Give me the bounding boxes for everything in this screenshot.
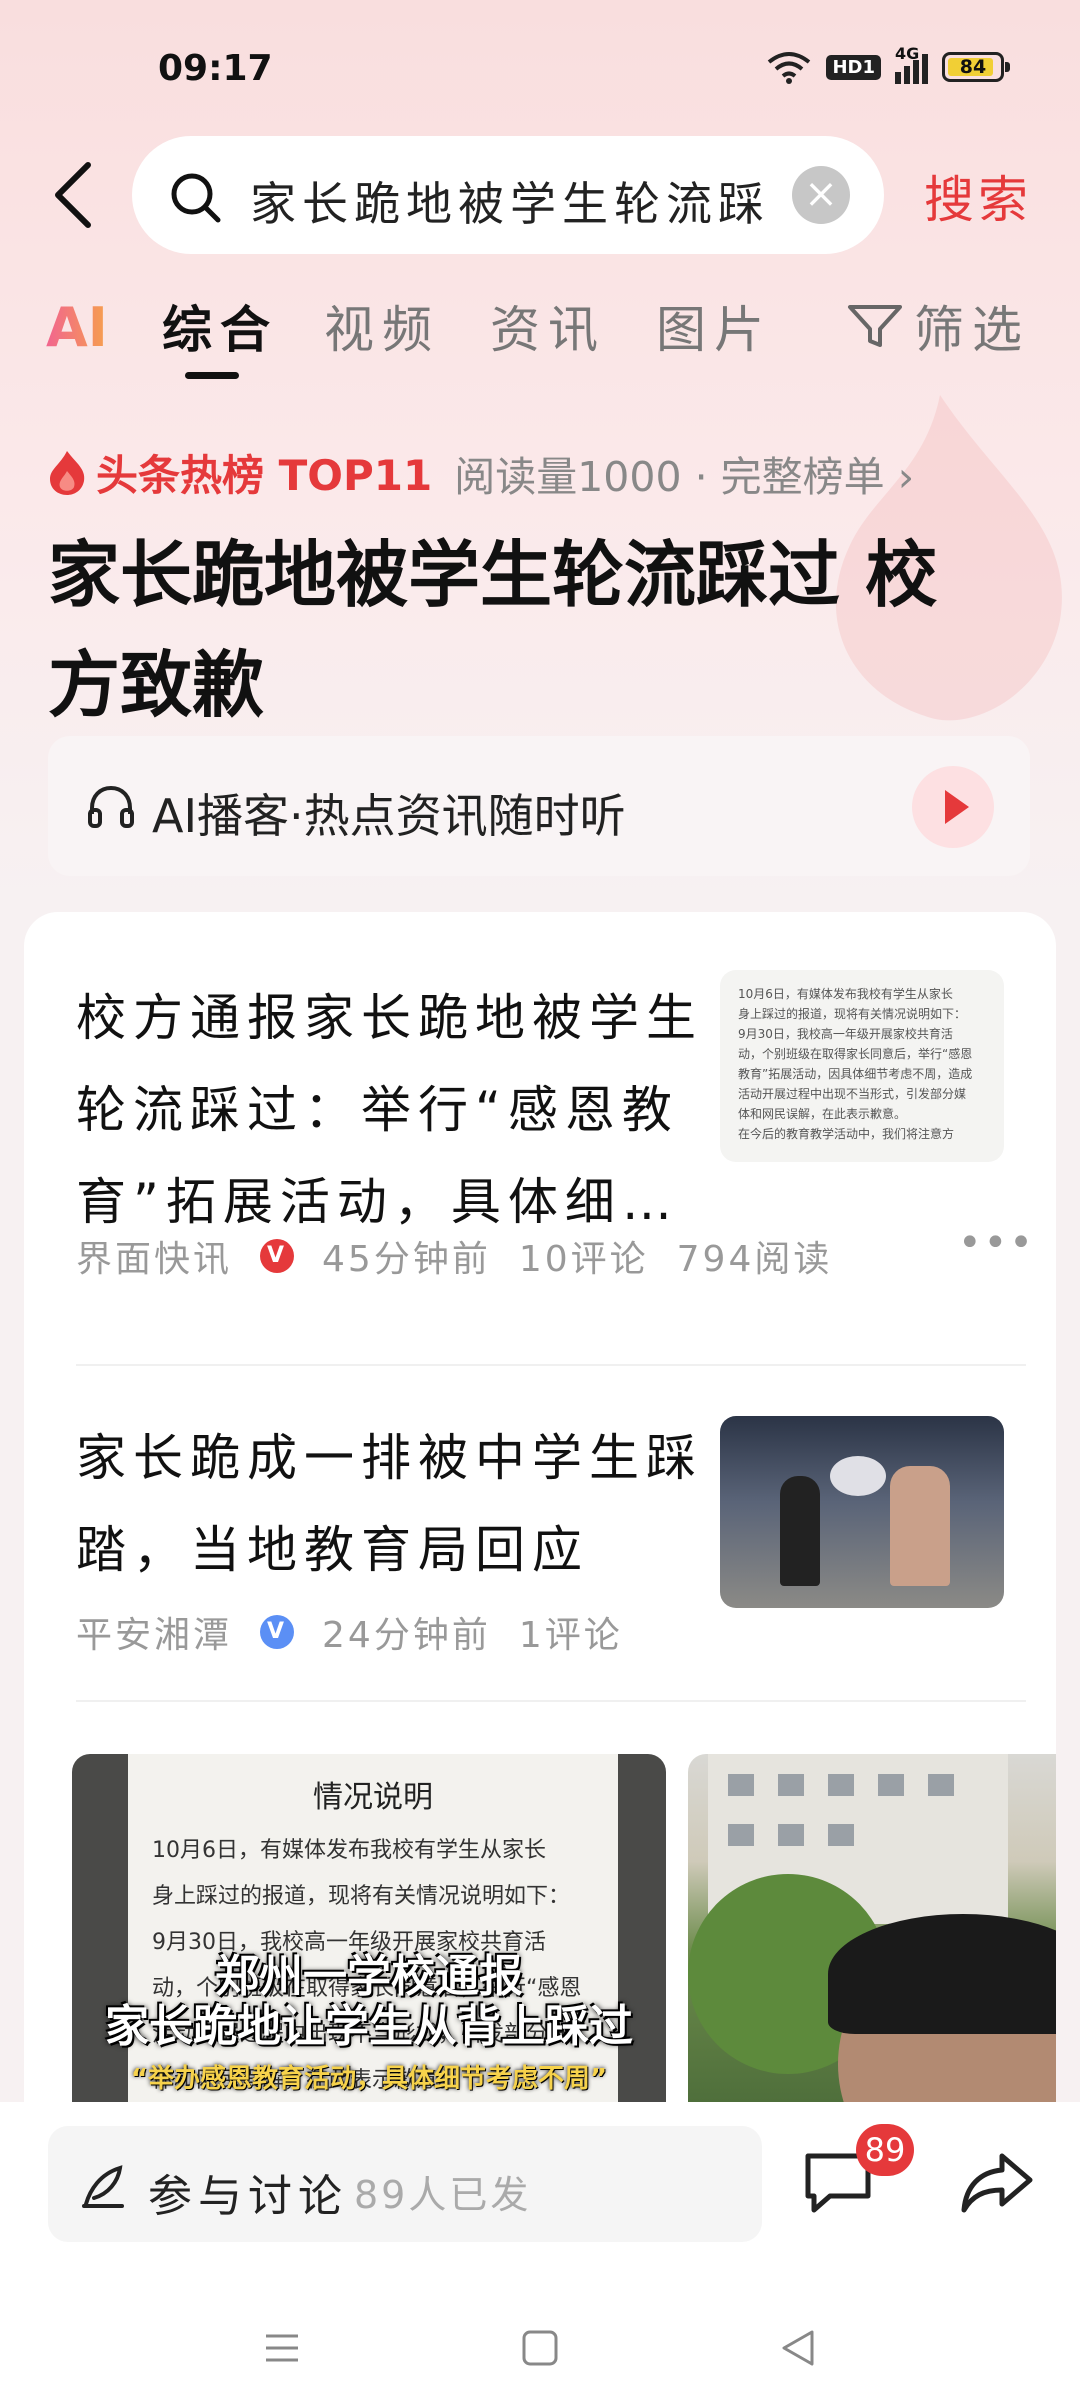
filter-button[interactable]: 筛选	[846, 290, 1030, 362]
article-comments: 10评论	[518, 1239, 649, 1280]
tab-video[interactable]: 视频	[324, 290, 440, 362]
thumbnail-people	[890, 1466, 950, 1586]
article-item[interactable]: 校方通报家长跪地被学生轮流踩过：举行“感恩教育”拓展活动，具体细…	[76, 972, 706, 1248]
article-meta: 平安湘潭 V 24分钟前 1评论	[76, 1606, 651, 1658]
video-thumbnail[interactable]: 情况说明 10月6日，有媒体发布我校有学生从家长 身上踩过的报道，现将有关情况说…	[72, 1754, 666, 2112]
signal-icon: 4G	[895, 44, 928, 84]
video-thumbnail[interactable]	[688, 1754, 1056, 2112]
more-options-icon[interactable]: •••	[958, 1220, 1035, 1266]
flame-icon	[50, 450, 85, 495]
verified-badge-icon: V	[260, 1239, 295, 1273]
network-type: 4G	[895, 44, 920, 63]
article-reads: 794阅读	[676, 1239, 833, 1280]
pen-icon	[82, 2165, 124, 2208]
podcast-label: AI播客·热点资讯随时听	[152, 789, 626, 843]
search-input[interactable]: 家长跪地被学生轮流踩 ×	[132, 136, 884, 254]
ai-podcast-bar[interactable]: AI播客·热点资讯随时听	[48, 736, 1030, 876]
menu-nav-icon[interactable]	[262, 2328, 302, 2368]
active-tab-indicator	[185, 372, 239, 379]
hot-rank-info[interactable]: 阅读量1000 · 完整榜单 ›	[454, 443, 914, 503]
article-source[interactable]: 界面快讯	[76, 1230, 232, 1282]
tab-news[interactable]: 资讯	[490, 290, 606, 362]
article-item[interactable]: 家长跪成一排被中学生踩踏，当地教育局回应	[76, 1412, 706, 1596]
article-thumbnail[interactable]: 10月6日，有媒体发布我校有学生从家长 身上踩过的报道，现将有关情况说明如下： …	[720, 970, 1004, 1162]
article-meta: 界面快讯 V 45分钟前 10评论 794阅读	[76, 1230, 860, 1282]
discuss-count: 89人已发	[354, 2173, 532, 2217]
article-time: 24分钟前	[322, 1615, 491, 1656]
verified-badge-icon: V	[260, 1615, 295, 1649]
tab-comprehensive[interactable]: 综合	[162, 290, 278, 362]
article-time: 45分钟前	[322, 1239, 491, 1280]
comment-count-badge: 89	[856, 2124, 914, 2176]
share-icon[interactable]	[958, 2148, 1038, 2218]
clear-search-icon[interactable]: ×	[792, 166, 850, 224]
back-nav-icon[interactable]	[778, 2328, 818, 2368]
article-title[interactable]: 校方通报家长跪地被学生轮流踩过：举行“感恩教育”拓展活动，具体细…	[76, 972, 706, 1248]
article-thumbnail[interactable]	[720, 1416, 1004, 1608]
thumbnail-text: 10月6日，有媒体发布我校有学生从家长 身上踩过的报道，现将有关情况说明如下： …	[738, 987, 973, 1141]
document-title: 情况说明	[313, 1780, 433, 1815]
home-nav-icon[interactable]	[520, 2328, 560, 2368]
status-icons: HD1 4G 84	[766, 44, 1010, 84]
hd-icon: HD1	[826, 54, 881, 80]
video-caption: 家长跪地让学生从背上踩过	[105, 2001, 633, 2052]
bottom-bar: 参与讨论 89人已发 89	[0, 2102, 1080, 2400]
result-tabs: 综合 视频 资讯 图片 筛选	[0, 290, 1080, 370]
results-card: 校方通报家长跪地被学生轮流踩过：举行“感恩教育”拓展活动，具体细… 10月6日，…	[24, 912, 1056, 2112]
tab-images[interactable]: 图片	[656, 290, 772, 362]
article-comments: 1评论	[518, 1615, 623, 1656]
hot-rank-label: 头条热榜 TOP11	[96, 451, 433, 500]
battery-icon: 84	[942, 52, 1010, 82]
article-source[interactable]: 平安湘潭	[76, 1606, 232, 1658]
discuss-label: 参与讨论	[148, 2171, 348, 2222]
back-arrow-icon[interactable]	[48, 160, 98, 230]
search-button[interactable]: 搜索	[924, 160, 1032, 232]
divider	[76, 1364, 1026, 1366]
filter-label: 筛选	[914, 301, 1030, 359]
video-subcaption: “举办感恩教育活动，具体细节考虑不周”	[130, 2064, 608, 2094]
hot-topic-headline: 家长跪地被学生轮流踩过 校方致歉	[48, 533, 938, 727]
article-title[interactable]: 家长跪成一排被中学生踩踏，当地教育局回应	[76, 1412, 706, 1596]
battery-level: 84	[959, 56, 987, 78]
wifi-icon	[768, 52, 811, 84]
thumbnail-people	[780, 1476, 820, 1586]
system-nav-bar	[0, 2312, 1080, 2400]
thumbnail-people	[830, 1456, 886, 1496]
divider	[76, 1700, 1026, 1702]
headphones-icon	[88, 785, 134, 828]
discuss-input[interactable]: 参与讨论 89人已发	[48, 2126, 762, 2242]
status-time: 09:17	[158, 48, 273, 89]
hot-rank-row[interactable]: 头条热榜 TOP11 阅读量1000 · 完整榜单 ›	[46, 442, 914, 503]
status-bar: 09:17 HD1 4G 84	[0, 0, 1080, 140]
search-icon	[171, 173, 221, 223]
filter-icon	[848, 305, 902, 347]
play-icon[interactable]	[912, 766, 994, 848]
